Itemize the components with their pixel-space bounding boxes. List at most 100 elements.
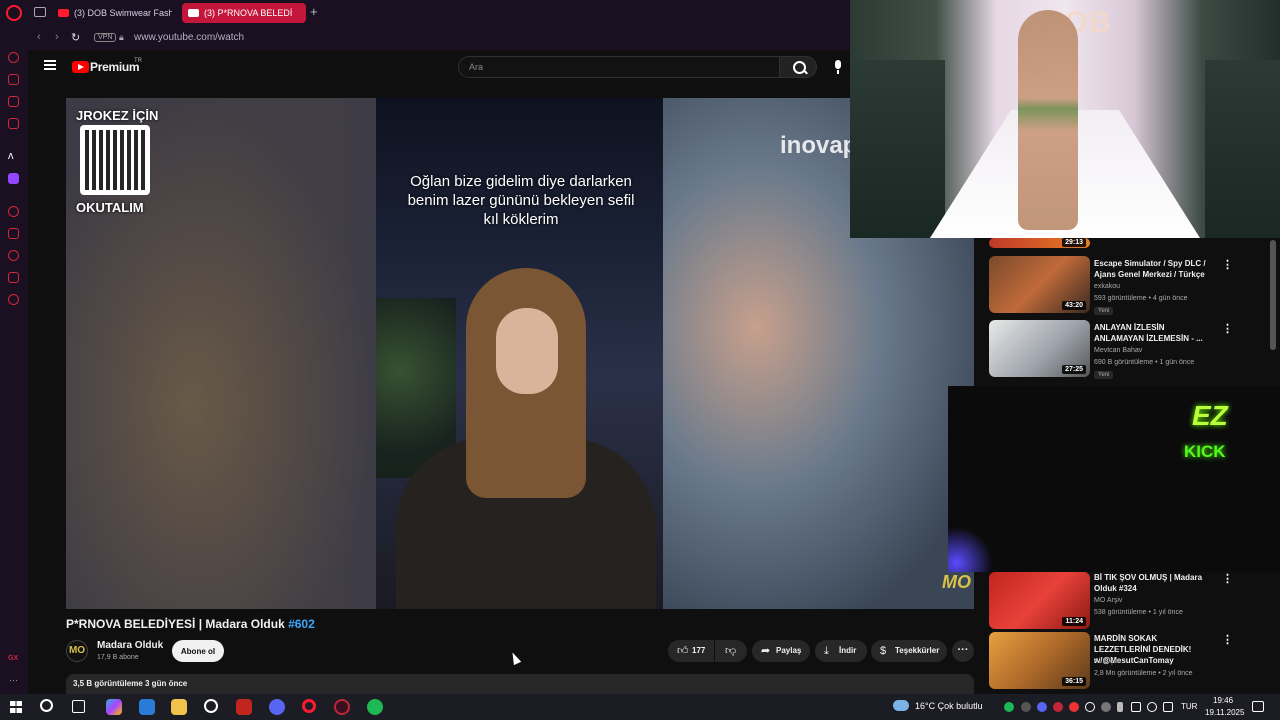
voice-search-icon[interactable] xyxy=(830,58,846,76)
url-field[interactable]: www.youtube.com/watch xyxy=(134,32,244,43)
runway-model xyxy=(1018,10,1078,230)
back-icon[interactable]: ‹ xyxy=(37,31,41,43)
more-actions-button[interactable]: ··· xyxy=(952,640,974,662)
stream-overlay: EZ KICK xyxy=(948,386,1280,572)
channel-avatar[interactable]: MO xyxy=(66,640,88,662)
language-indicator[interactable]: TUR xyxy=(1181,702,1197,711)
rec-menu-icon[interactable]: ⋮ xyxy=(1222,633,1233,646)
qr-caption: OKUTALIM xyxy=(76,200,144,215)
vpn-badge[interactable]: VPN xyxy=(94,33,117,42)
dislike-button[interactable]: 👎︎ xyxy=(715,640,747,662)
download-button[interactable]: ⤓ İndir xyxy=(815,640,867,662)
rec-channel[interactable]: Ali Biçim xyxy=(1094,658,1121,665)
audience-left xyxy=(850,60,945,238)
rec-title[interactable]: Bİ TIK ŞOV OLMUŞ | Madara Olduk #324 xyxy=(1094,572,1212,594)
page-scrollbar[interactable] xyxy=(1270,240,1276,350)
youtube-premium-label[interactable]: Premium xyxy=(90,60,140,74)
copilot-icon[interactable] xyxy=(106,699,122,715)
task-view-icon[interactable] xyxy=(72,700,85,713)
new-badge: Yeni xyxy=(1094,307,1114,315)
tray-icon[interactable] xyxy=(1053,702,1063,712)
notification-icon[interactable] xyxy=(1252,701,1264,712)
microphone-icon[interactable] xyxy=(1117,702,1123,712)
network-icon[interactable] xyxy=(1147,702,1157,712)
rec-channel[interactable]: MO Arşiv xyxy=(1094,597,1122,604)
picture-in-picture-video[interactable]: DOB xyxy=(850,0,1280,238)
description-box[interactable] xyxy=(66,674,974,696)
volume-icon[interactable] xyxy=(1163,702,1173,712)
discord-icon[interactable] xyxy=(269,699,285,715)
outlook-icon[interactable] xyxy=(139,699,155,715)
youtube-logo-icon[interactable] xyxy=(72,61,89,73)
cloud-icon[interactable] xyxy=(893,700,909,711)
rec-thumbnail[interactable]: 43:20 xyxy=(989,256,1090,313)
new-badge: Yeni xyxy=(1094,371,1114,379)
discord-tray-icon[interactable] xyxy=(1037,702,1047,712)
opera-gx-taskbar-icon[interactable] xyxy=(334,699,350,715)
forward-icon[interactable]: › xyxy=(55,31,59,43)
tray-icon[interactable] xyxy=(1021,702,1031,712)
instagram-icon[interactable] xyxy=(8,118,19,129)
crypto-wallet-icon[interactable] xyxy=(8,74,19,85)
rec-thumbnail[interactable]: 27:25 xyxy=(989,320,1090,377)
opera-taskbar-icon[interactable] xyxy=(302,699,316,713)
rec-title[interactable]: Escape Simulator / Spy DLC / Ajans Genel… xyxy=(1094,258,1212,280)
file-explorer-icon[interactable] xyxy=(171,699,187,715)
neon-glow xyxy=(948,526,992,572)
rec-title[interactable]: ANLAYAN İZLESİN ANLAMAYAN İZLEMESİN - ..… xyxy=(1094,322,1212,344)
share-button[interactable]: ➦ Paylaş xyxy=(752,640,810,662)
rec-meta: 2,8 Mn görüntüleme • 2 yıl önce xyxy=(1094,670,1193,677)
spotify-tray-icon[interactable] xyxy=(1004,702,1014,712)
spotify-icon[interactable] xyxy=(367,699,383,715)
reload-icon[interactable]: ↻ xyxy=(71,31,80,44)
thanks-button[interactable]: $ Teşekkürler xyxy=(871,640,947,662)
video-title: P*RNOVA BELEDİYESİ | Madara Olduk #602 xyxy=(66,617,315,631)
rec-menu-icon[interactable]: ⋮ xyxy=(1222,572,1233,585)
clock-date[interactable]: 19.11.2025 xyxy=(1205,708,1244,717)
editor-app-icon[interactable] xyxy=(236,699,252,715)
rec-channel[interactable]: exkakou xyxy=(1094,283,1120,290)
weather-widget[interactable]: 16°C Çok bulutlu xyxy=(915,701,983,711)
rec-thumbnail[interactable]: 11:24 xyxy=(989,572,1090,629)
aria-icon[interactable] xyxy=(8,52,19,63)
hashtag-link[interactable]: #602 xyxy=(288,617,315,631)
messenger-icon[interactable] xyxy=(8,96,19,107)
tab-dob-swimwear[interactable]: (3) DOB Swimwear Fashi xyxy=(52,3,172,23)
rec-menu-icon[interactable]: ⋮ xyxy=(1222,258,1233,271)
sidebar-more-icon[interactable]: ··· xyxy=(9,675,18,685)
rec-thumbnail[interactable]: 29:13 xyxy=(989,238,1090,248)
tray-icon[interactable] xyxy=(1085,702,1095,712)
tab-pornova-belediyesi[interactable]: (3) P*RNOVA BELEDİ xyxy=(182,3,306,23)
video-player[interactable]: Oğlan bize gidelim diye darlarken benim … xyxy=(66,98,974,609)
tab-overview-icon[interactable] xyxy=(34,7,46,17)
new-tab-button[interactable]: + xyxy=(310,4,318,19)
rec-channel[interactable]: Mevtcan Bahav xyxy=(1094,347,1142,354)
twitch-icon[interactable] xyxy=(8,173,19,184)
taskbar-search-icon[interactable] xyxy=(40,699,53,712)
lock-icon[interactable]: 🔒︎ xyxy=(119,32,124,43)
search-input[interactable] xyxy=(458,56,780,78)
downloads-icon[interactable] xyxy=(8,272,19,283)
channel-name[interactable]: Madara Olduk xyxy=(97,640,163,651)
player-icon[interactable] xyxy=(8,206,19,217)
rec-thumbnail[interactable]: 36:15 xyxy=(989,632,1090,689)
clock-app-icon[interactable] xyxy=(204,699,218,713)
hamburger-menu-icon[interactable] xyxy=(44,60,56,70)
settings-icon[interactable] xyxy=(8,294,19,305)
subscribe-button[interactable]: Abone ol xyxy=(172,640,224,662)
rec-menu-icon[interactable]: ⋮ xyxy=(1222,322,1233,335)
like-button[interactable]: 👍︎ 177 xyxy=(668,640,714,662)
person-face xyxy=(496,308,558,394)
search-button[interactable] xyxy=(779,56,817,78)
gx-icon[interactable]: GX xyxy=(8,655,18,662)
clock-time[interactable]: 19:46 xyxy=(1213,696,1233,705)
history-icon[interactable] xyxy=(8,250,19,261)
tray-icon[interactable] xyxy=(1069,702,1079,712)
windows-start-icon[interactable] xyxy=(10,701,22,713)
youtube-tab-icon xyxy=(58,9,69,17)
tray-icon[interactable] xyxy=(1101,702,1111,712)
display-icon[interactable] xyxy=(1131,702,1141,712)
tiktok-icon[interactable]: ᴧ xyxy=(8,150,14,162)
pinboard-icon[interactable] xyxy=(8,228,19,239)
opera-logo-icon[interactable] xyxy=(6,5,22,21)
